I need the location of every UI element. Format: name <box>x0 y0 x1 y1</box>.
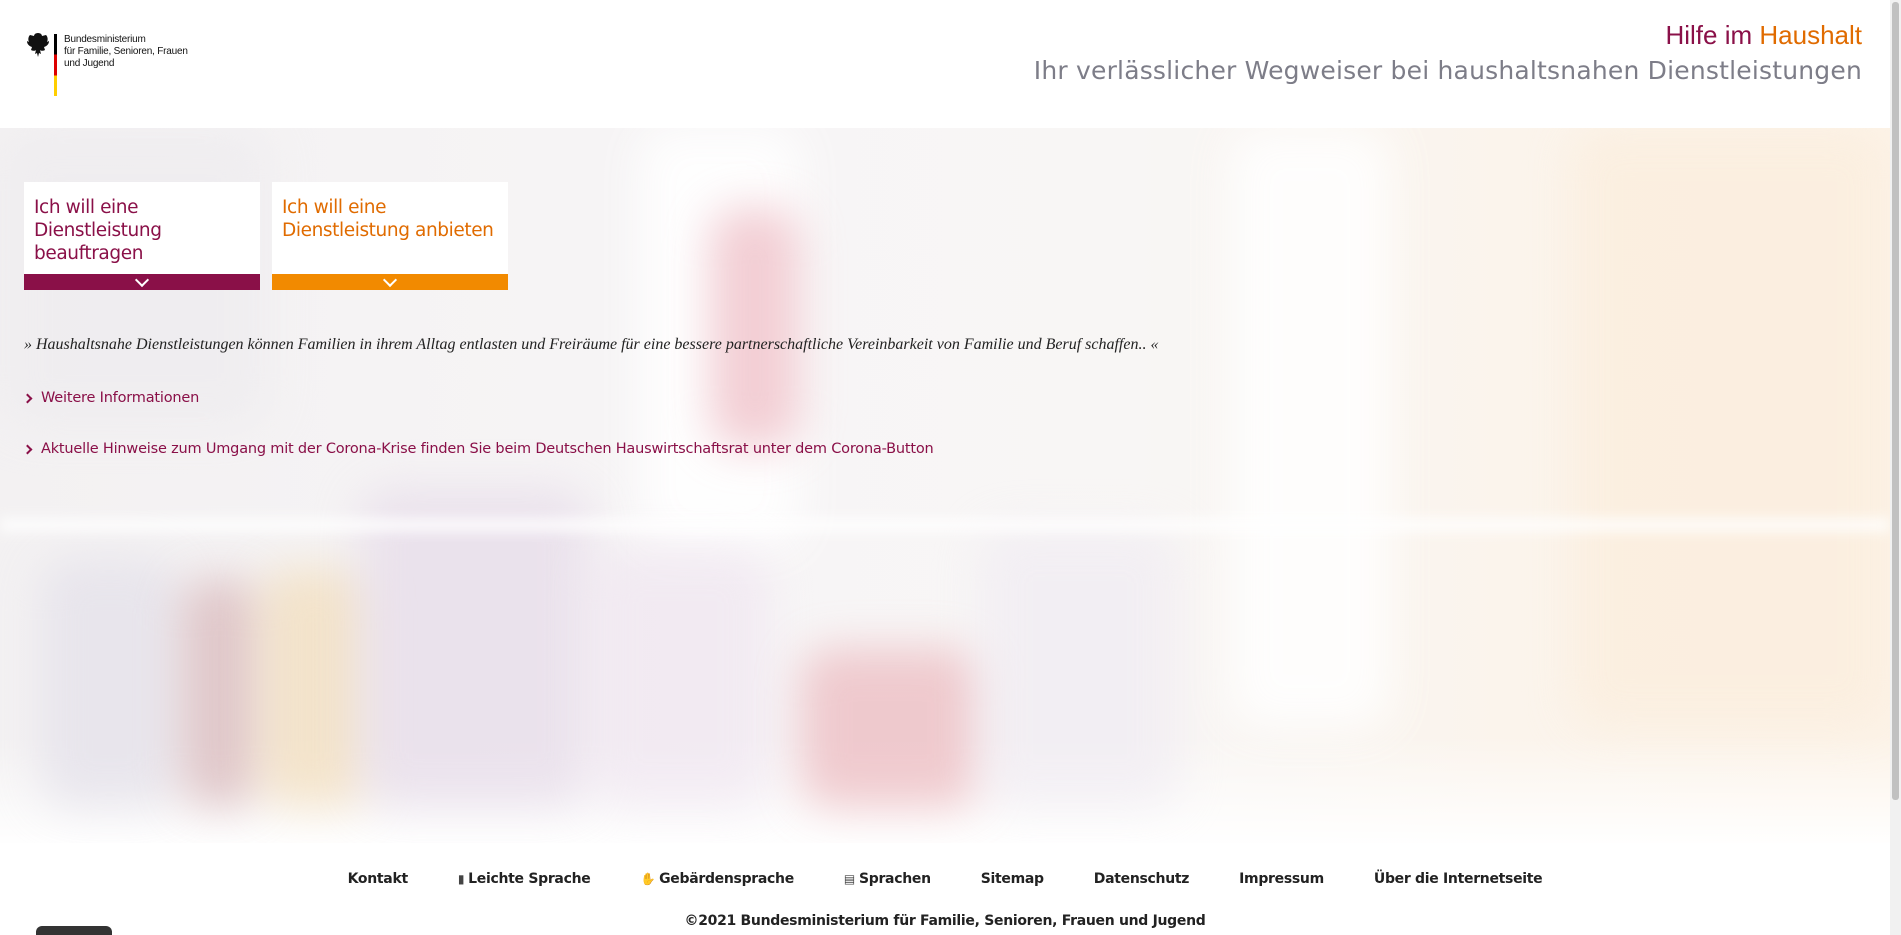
footer-link-ueber[interactable]: Über die Internetseite <box>1374 871 1543 887</box>
page-scrollbar[interactable] <box>1890 0 1901 935</box>
footer-link-sprachen-label: Sprachen <box>858 871 931 887</box>
tile-commission-toggle[interactable] <box>24 272 260 290</box>
tile-commission-label: Ich will eine Dienstleistung beauftragen <box>34 197 162 264</box>
footer-link-leichte-sprache[interactable]: ▮ Leichte Sprache <box>458 871 591 887</box>
service-tiles: Ich will eine Dienstleistung beauftragen… <box>24 182 508 290</box>
footer-link-gebaerdensprache[interactable]: ✋ Gebärdensprache <box>640 871 794 887</box>
languages-icon: ▤ <box>843 872 855 886</box>
more-information-label: Weitere Informationen <box>41 390 200 406</box>
intro-quote: » Haushaltsnahe Dienstleistungen können … <box>24 336 1159 353</box>
title-part-2: Haushalt <box>1759 20 1862 50</box>
footer-link-gebaerdensprache-label: Gebärdensprache <box>659 871 794 887</box>
site-title[interactable]: Hilfe im Haushalt Ihr verlässlicher Wegw… <box>1034 20 1862 88</box>
federal-eagle-icon <box>27 33 49 57</box>
bg-books-1 <box>40 558 180 808</box>
ministry-line-1: Bundesministerium <box>64 34 146 45</box>
footer-link-sitemap-label: Sitemap <box>980 871 1044 887</box>
footer-link-datenschutz[interactable]: Datenschutz <box>1093 871 1190 887</box>
site-footer: Kontakt ▮ Leichte Sprache ✋ Gebärdenspra… <box>0 843 1890 935</box>
chevron-right-icon <box>22 393 33 403</box>
bg-books-7 <box>980 528 1180 808</box>
more-information-link[interactable]: Weitere Informationen <box>22 390 200 406</box>
bg-books-2 <box>180 578 260 808</box>
scrollbar-thumb[interactable] <box>1892 2 1899 800</box>
bg-books-5 <box>590 548 770 808</box>
bg-warm-curtain <box>1570 128 1890 728</box>
footer-link-sitemap[interactable]: Sitemap <box>981 871 1044 887</box>
footer-link-impressum-label: Impressum <box>1239 871 1324 887</box>
floating-tab[interactable] <box>36 926 112 935</box>
footer-link-leichte-sprache-label: Leichte Sprache <box>468 871 591 887</box>
footer-link-kontakt[interactable]: Kontakt <box>347 871 409 887</box>
ministry-line-3: und Jugend <box>64 58 115 69</box>
site-title-main: Hilfe im Haushalt <box>1034 20 1862 50</box>
bg-books-3 <box>260 568 370 808</box>
site-header: Bundesministerium für Familie, Senioren,… <box>0 0 1890 128</box>
title-part-1: Hilfe im <box>1665 20 1753 50</box>
tile-offer-service[interactable]: Ich will eine Dienstleistung anbieten <box>272 182 508 290</box>
bg-red-book-top <box>710 208 800 448</box>
footer-nav: Kontakt ▮ Leichte Sprache ✋ Gebärdenspra… <box>0 871 1890 887</box>
corona-notice-label: Aktuelle Hinweise zum Umgang mit der Cor… <box>41 441 934 457</box>
copyright: ©2021 Bundesministerium für Familie, Sen… <box>684 913 1206 929</box>
bg-books-6 <box>800 648 980 808</box>
chevron-right-icon <box>22 444 33 454</box>
ministry-line-2: für Familie, Senioren, Frauen <box>64 46 188 57</box>
ministry-name: Bundesministerium für Familie, Senioren,… <box>64 34 188 70</box>
tile-commission-service[interactable]: Ich will eine Dienstleistung beauftragen <box>24 182 260 290</box>
bg-books-4 <box>360 488 590 808</box>
tile-offer-toggle[interactable] <box>272 272 508 290</box>
tile-offer-label: Ich will eine Dienstleistung anbieten <box>282 197 494 241</box>
flag-stripe <box>54 34 57 96</box>
chevron-down-icon <box>382 272 398 287</box>
site-subtitle: Ihr verlässlicher Wegweiser bei haushalt… <box>1033 56 1862 85</box>
easy-language-icon: ▮ <box>457 872 465 886</box>
hero-section: Ich will eine Dienstleistung beauftragen… <box>0 128 1890 843</box>
sign-language-icon: ✋ <box>640 872 656 886</box>
bg-window-light <box>1230 128 1390 728</box>
chevron-down-icon <box>134 272 150 287</box>
footer-link-impressum[interactable]: Impressum <box>1239 871 1324 887</box>
footer-link-sprachen[interactable]: ▤ Sprachen <box>844 871 931 887</box>
ministry-logo[interactable]: Bundesministerium für Familie, Senioren,… <box>26 32 196 96</box>
footer-link-kontakt-label: Kontakt <box>347 871 409 887</box>
corona-notice-link[interactable]: Aktuelle Hinweise zum Umgang mit der Cor… <box>22 441 934 457</box>
footer-link-ueber-label: Über die Internetseite <box>1373 871 1543 887</box>
footer-link-datenschutz-label: Datenschutz <box>1093 871 1190 887</box>
bg-shelf-board <box>0 518 1890 532</box>
